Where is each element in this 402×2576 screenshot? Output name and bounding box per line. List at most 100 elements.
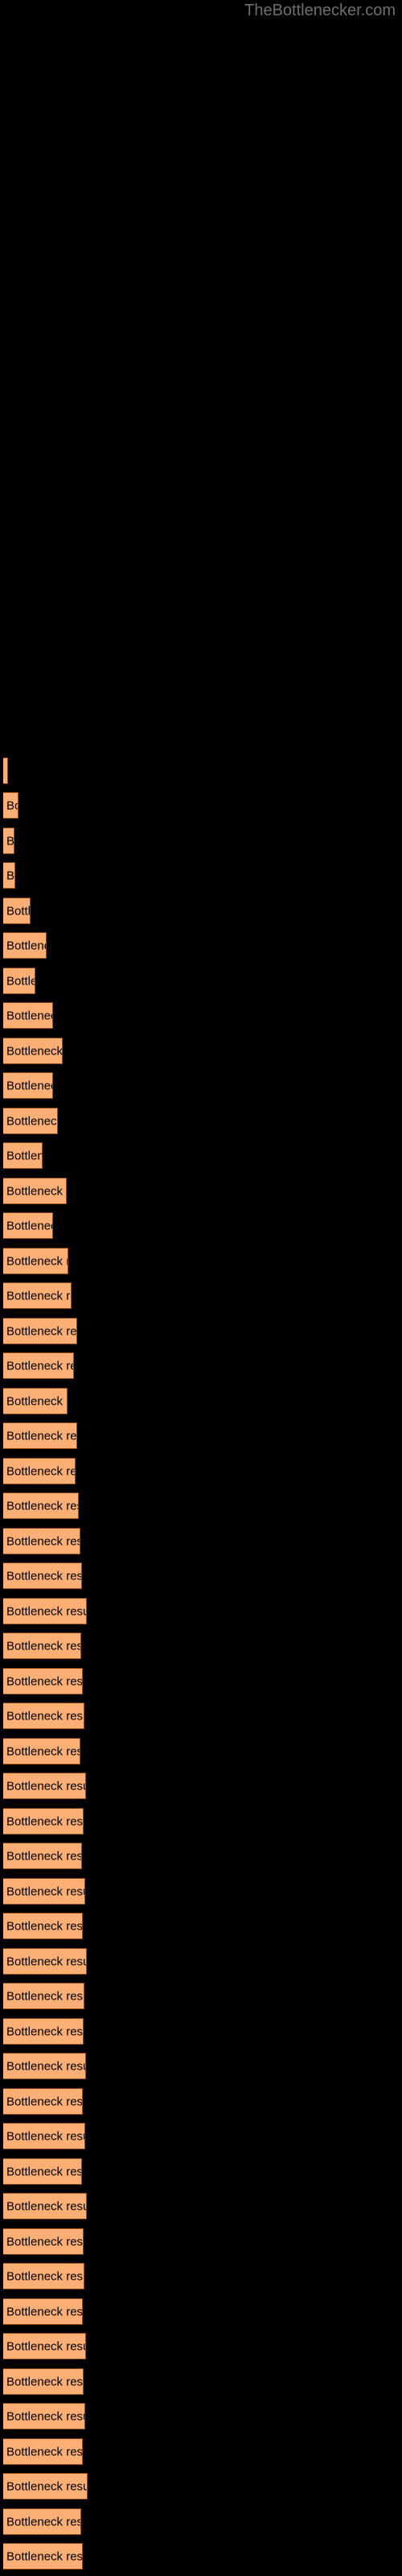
chart-bar-label: Bottleneck result: [6, 1499, 78, 1513]
chart-bar-label: Bottleneck result: [6, 2199, 87, 2213]
chart-bar: Bottleneck result: [3, 2298, 83, 2325]
chart-bar: Bottleneck result: [3, 1002, 53, 1029]
chart-bar-label: Bottleneck result: [6, 1814, 84, 1828]
chart-bar-label: Bottleneck result: [6, 1604, 87, 1618]
chart-bar: Bottleneck result: [3, 1072, 53, 1099]
chart-bar: Bottleneck result: [3, 2193, 87, 2219]
chart-bar: Bottleneck result: [3, 932, 47, 959]
chart-bar: Bottleneck result: [3, 1248, 68, 1274]
chart-bar-label: Bottleneck result: [6, 1079, 52, 1092]
chart-bar-label: Bottleneck result: [6, 1569, 82, 1583]
chart-bar-label: Bottleneck result: [6, 2375, 84, 2388]
chart-bar: Bottleneck result: [3, 1038, 63, 1064]
chart-bar: Bottleneck result: [3, 1878, 85, 1905]
chart-bar: Bottleneck result: [3, 2018, 84, 2045]
chart-bar: Bottleneck result: [3, 2508, 81, 2535]
chart-bar-label: Bottleneck result: [6, 2409, 84, 2423]
chart-bar-label: Bottleneck result: [6, 765, 7, 777]
chart-bar: Bottleneck result: [3, 862, 15, 889]
chart-bar: Bottleneck result: [3, 898, 31, 924]
chart-bar: Bottleneck result: [3, 2263, 84, 2289]
chart-bar: Bottleneck result: [3, 1318, 77, 1344]
chart-bar-label: Bottleneck result: [6, 1744, 80, 1758]
chart-bar: Bottleneck result: [3, 1808, 84, 1835]
chart-bar: Bottleneck result: [3, 2228, 84, 2255]
chart-bar-label: Bottleneck result: [6, 904, 31, 918]
chart-bar: Bottleneck result: [3, 1913, 83, 1939]
chart-bar: Bottleneck result: [3, 1178, 67, 1204]
chart-bar: Bottleneck result: [3, 968, 35, 994]
chart-bar-label: Bottleneck result: [6, 1429, 77, 1443]
chart-bar: Bottleneck result: [3, 2368, 84, 2395]
chart-bar-label: Bottleneck result: [6, 1464, 75, 1478]
chart-bar-label: Bottleneck result: [6, 1009, 52, 1022]
chart-bar-label: Bottleneck result: [6, 1885, 84, 1898]
chart-bar-label: Bottleneck result: [6, 2165, 82, 2178]
chart-bar-label: Bottleneck result: [6, 1394, 67, 1408]
chart-bar-label: Bottleneck result: [6, 869, 15, 882]
chart-bar: Bottleneck result: [3, 2438, 83, 2465]
chart-bar-label: Bottleneck result: [6, 2095, 83, 2108]
chart-bar: Bottleneck result: [3, 1843, 82, 1869]
chart-bar: Bottleneck result: [3, 1668, 83, 1695]
chart-bar: Bottleneck result: [3, 1773, 86, 1799]
chart-bar-label: Bottleneck result: [6, 1184, 66, 1198]
chart-bar: Bottleneck result: [3, 828, 14, 854]
chart-bar: Bottleneck result: [3, 1633, 81, 1659]
chart-bar-label: Bottleneck result: [6, 2025, 84, 2038]
chart-bar: Bottleneck result: [3, 2088, 83, 2115]
chart-bar-label: Bottleneck result: [6, 1114, 58, 1128]
chart-bar-label: Bottleneck result: [6, 2235, 84, 2248]
chart-bar: Bottleneck result: [3, 1212, 53, 1239]
chart-bar-label: Bottleneck result: [6, 2515, 81, 2529]
plot-area: Bottleneck result Bottleneck result Bottle…: [0, 0, 402, 2576]
chart-bar-label: Bottleneck result: [6, 2305, 83, 2318]
chart-bar: Bottleneck result: [3, 1948, 87, 1975]
chart-bar-label: Bottleneck result: [6, 1674, 83, 1688]
chart-bar: Bottleneck result: [3, 1983, 84, 2009]
chart-bar-label: Bottleneck result: [6, 1254, 68, 1268]
chart-bar: Bottleneck result: [3, 2123, 85, 2149]
chart-bar: Bottleneck result: [3, 1142, 43, 1169]
chart-bar: Bottleneck result: [3, 1563, 82, 1589]
chart-bar-label: Bottleneck result: [6, 2445, 83, 2458]
chart-bar-label: Bottleneck result: [6, 1709, 84, 1723]
chart-bar: Bottleneck result: [3, 1492, 79, 1519]
chart-bar: Bottleneck result: [3, 1422, 77, 1449]
chart-bar: Bottleneck result: [3, 2473, 88, 2500]
chart-bar: Bottleneck result: [3, 1598, 87, 1624]
chart-bar-label: Bottleneck result: [6, 799, 18, 812]
chart-bar: Bottleneck result: [3, 2333, 86, 2359]
chart-bar: Bottleneck result: [3, 1458, 76, 1484]
chart-bar: Bottleneck result: [3, 2158, 82, 2185]
chart-bar: Bottleneck result: [3, 1108, 58, 1134]
chart-bar: Bottleneck result: [3, 1528, 80, 1554]
chart-bar-label: Bottleneck result: [6, 1044, 63, 1058]
chart-bar-label: Bottleneck result: [6, 2269, 84, 2283]
chart-bar: Bottleneck result: [3, 758, 8, 784]
chart-bar-label: Bottleneck result: [6, 1639, 81, 1653]
chart-bar: Bottleneck result: [3, 2053, 86, 2079]
chart-bar: Bottleneck result: [3, 1388, 68, 1414]
chart-bar-label: Bottleneck result: [6, 1534, 80, 1548]
bottleneck-chart: TheBottlenecker.com Bottleneck resultBot…: [0, 0, 402, 2576]
chart-bar-label: Bottleneck result: [6, 2339, 85, 2353]
chart-bar: Bottleneck result: [3, 1703, 84, 1729]
chart-bar-label: Bottleneck result: [6, 2549, 83, 2563]
chart-bar: Bottleneck result: [3, 2543, 83, 2570]
chart-bar-label: Bottleneck result: [6, 834, 14, 848]
chart-bar: Bottleneck result: [3, 2403, 85, 2429]
chart-bar: Bottleneck result: [3, 1282, 72, 1309]
chart-bar-label: Bottleneck result: [6, 1324, 77, 1338]
chart-bar-label: Bottleneck result: [6, 1919, 83, 1933]
chart-bar-label: Bottleneck result: [6, 1955, 87, 1968]
chart-bar-label: Bottleneck result: [6, 1359, 73, 1373]
chart-bar-label: Bottleneck result: [6, 1849, 82, 1863]
chart-bar: Bottleneck result: [3, 1738, 80, 1765]
chart-bar-label: Bottleneck result: [6, 2479, 88, 2493]
chart-bar-label: Bottleneck result: [6, 2129, 84, 2143]
chart-bar-label: Bottleneck result: [6, 1989, 84, 2003]
chart-bar: Bottleneck result: [3, 1352, 74, 1379]
chart-bar-label: Bottleneck result: [6, 1289, 71, 1302]
chart-bar-label: Bottleneck result: [6, 1219, 52, 1232]
